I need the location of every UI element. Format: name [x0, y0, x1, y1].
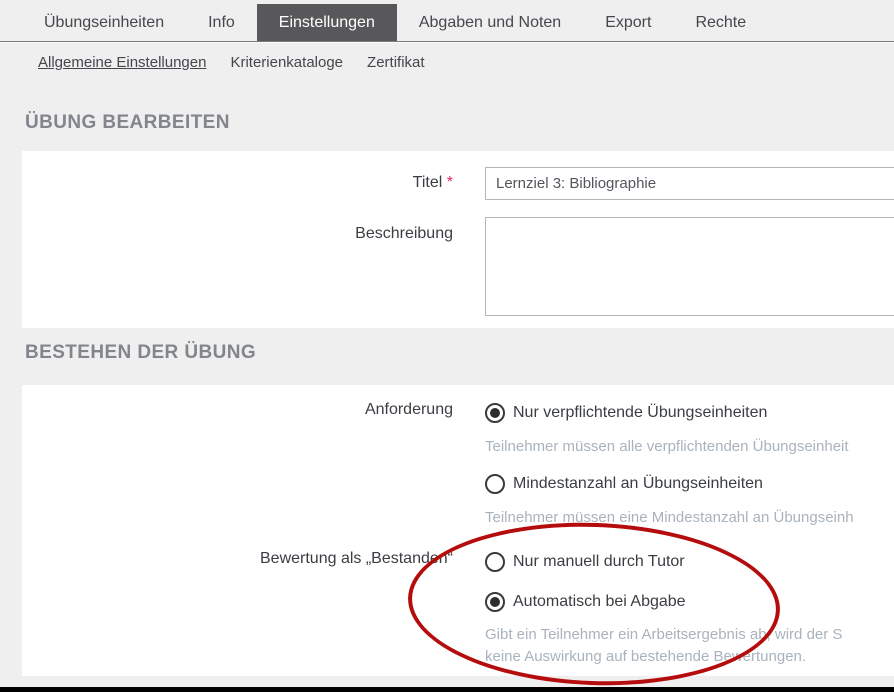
- radio-checked-icon[interactable]: [485, 403, 505, 423]
- tab-rechte[interactable]: Rechte: [673, 4, 768, 41]
- radio-checked-icon[interactable]: [485, 592, 505, 612]
- beschreibung-control: [485, 217, 894, 321]
- bewertung-label: Bewertung als „Bestanden“: [22, 550, 453, 568]
- bewertung-help-line2: keine Auswirkung auf bestehende Bewertun…: [485, 646, 842, 668]
- section-title-bestehen-der-uebung: BESTEHEN DER ÜBUNG: [25, 342, 256, 364]
- titel-label-text: Titel: [413, 174, 443, 191]
- main-tab-bar: Übungseinheiten Info Einstellungen Abgab…: [0, 4, 894, 41]
- anforderung-options: Nur verpflichtende Übungseinheiten Teiln…: [485, 401, 854, 529]
- required-marker: *: [447, 174, 453, 191]
- form-row-anforderung: Anforderung Nur verpflichtende Übungsein…: [22, 401, 854, 529]
- anforderung-option1-help: Teilnehmer müssen alle verpflichtenden Ü…: [485, 436, 854, 458]
- bewertung-help: Gibt ein Teilnehmer ein Arbeitsergebnis …: [485, 624, 842, 668]
- edit-exercise-form-panel: Titel * Beschreibung: [22, 151, 894, 328]
- subtab-allgemeine-einstellungen[interactable]: Allgemeine Einstellungen: [38, 54, 206, 71]
- radio-unchecked-icon[interactable]: [485, 552, 505, 572]
- beschreibung-label: Beschreibung: [22, 217, 453, 243]
- radio-option-label: Automatisch bei Abgabe: [513, 593, 686, 611]
- radio-option-nur-verpflichtende[interactable]: Nur verpflichtende Übungseinheiten: [485, 401, 854, 425]
- anforderung-label: Anforderung: [22, 401, 453, 419]
- section-title-uebung-bearbeiten: ÜBUNG BEARBEITEN: [25, 112, 230, 134]
- pass-exercise-form-panel: Anforderung Nur verpflichtende Übungsein…: [22, 385, 894, 676]
- titel-label: Titel *: [22, 167, 453, 192]
- sub-tab-bar: Allgemeine Einstellungen Kriterienkatalo…: [38, 54, 425, 71]
- subtab-zertifikat[interactable]: Zertifikat: [367, 54, 425, 71]
- form-row-beschreibung: Beschreibung: [22, 217, 894, 321]
- subtab-kriterienkataloge[interactable]: Kriterienkataloge: [230, 54, 343, 71]
- radio-option-label: Nur manuell durch Tutor: [513, 553, 685, 571]
- form-row-titel: Titel *: [22, 167, 894, 200]
- tab-abgaben-und-noten[interactable]: Abgaben und Noten: [397, 4, 583, 41]
- bewertung-options: Nur manuell durch Tutor Automatisch bei …: [485, 550, 842, 668]
- titel-input[interactable]: [485, 167, 894, 200]
- radio-option-nur-manuell[interactable]: Nur manuell durch Tutor: [485, 550, 842, 574]
- radio-option-label: Mindestanzahl an Übungseinheiten: [513, 475, 763, 493]
- form-row-bewertung: Bewertung als „Bestanden“ Nur manuell du…: [22, 550, 842, 668]
- radio-option-label: Nur verpflichtende Übungseinheiten: [513, 404, 767, 422]
- anforderung-option2-help: Teilnehmer müssen eine Mindestanzahl an …: [485, 507, 854, 529]
- radio-option-automatisch[interactable]: Automatisch bei Abgabe: [485, 590, 842, 614]
- titel-control: [485, 167, 894, 200]
- window-bottom-edge: [0, 687, 894, 692]
- bewertung-help-line1: Gibt ein Teilnehmer ein Arbeitsergebnis …: [485, 624, 842, 646]
- tab-uebungseinheiten[interactable]: Übungseinheiten: [22, 4, 186, 41]
- tab-info[interactable]: Info: [186, 4, 257, 41]
- tab-bar-divider: [0, 41, 894, 43]
- tab-einstellungen[interactable]: Einstellungen: [257, 4, 397, 41]
- radio-option-mindestanzahl[interactable]: Mindestanzahl an Übungseinheiten: [485, 472, 854, 496]
- beschreibung-textarea[interactable]: [485, 217, 894, 316]
- tab-export[interactable]: Export: [583, 4, 673, 41]
- radio-unchecked-icon[interactable]: [485, 474, 505, 494]
